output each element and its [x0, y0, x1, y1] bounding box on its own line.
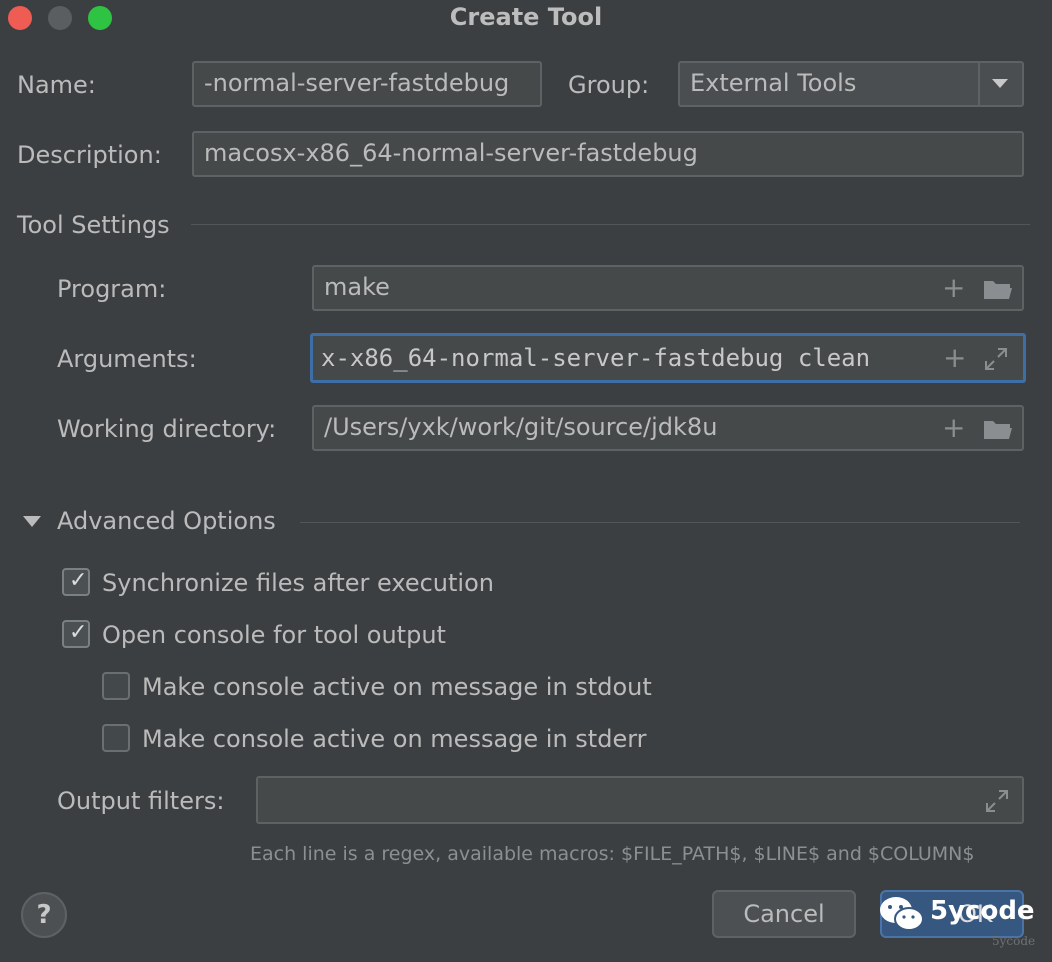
collapse-triangle-icon[interactable]: [23, 516, 41, 527]
name-input[interactable]: -normal-server-fastdebug: [192, 61, 542, 107]
program-value: make: [324, 273, 390, 301]
tool-settings-header: Tool Settings: [17, 211, 170, 239]
sync-files-label[interactable]: Synchronize files after execution: [102, 569, 494, 597]
group-value: External Tools: [690, 69, 857, 97]
program-input[interactable]: make +: [312, 265, 1024, 311]
program-label: Program:: [57, 275, 167, 303]
advanced-options-divider: [300, 522, 1020, 523]
working-directory-input[interactable]: /Users/yxk/work/git/source/jdk8u +: [312, 405, 1024, 451]
working-directory-value: /Users/yxk/work/git/source/jdk8u: [324, 413, 718, 441]
plus-icon[interactable]: +: [942, 414, 965, 442]
chevron-down-icon[interactable]: [992, 79, 1008, 88]
checkmark-icon: ✓: [69, 568, 88, 593]
title-bar: Create Tool: [0, 0, 1052, 36]
wechat-logo-icon: [880, 897, 924, 931]
watermark: 5ycode: [876, 888, 1035, 938]
checkmark-icon: ✓: [69, 620, 88, 645]
arguments-label: Arguments:: [57, 345, 197, 373]
expand-icon[interactable]: [983, 346, 1009, 372]
name-label: Name:: [17, 71, 96, 99]
open-console-checkbox[interactable]: ✓: [62, 620, 90, 648]
description-label: Description:: [17, 141, 162, 169]
arguments-value: x-x86_64-normal-server-fastdebug clean: [321, 344, 871, 372]
group-select[interactable]: External Tools: [678, 61, 1024, 107]
group-label: Group:: [568, 71, 650, 99]
name-value: -normal-server-fastdebug: [204, 69, 510, 97]
group-select-divider: [978, 63, 980, 105]
window-title: Create Tool: [449, 3, 603, 31]
output-filters-input[interactable]: [256, 776, 1024, 824]
output-filters-label: Output filters:: [57, 787, 225, 815]
tool-settings-divider: [191, 224, 1030, 225]
output-filters-hint: Each line is a regex, available macros: …: [250, 843, 975, 865]
plus-icon[interactable]: +: [943, 344, 966, 372]
active-stderr-checkbox[interactable]: [102, 724, 130, 752]
open-console-label[interactable]: Open console for tool output: [102, 621, 446, 649]
active-stdout-checkbox[interactable]: [102, 672, 130, 700]
expand-icon[interactable]: [984, 788, 1010, 814]
active-stdout-label[interactable]: Make console active on message in stdout: [142, 673, 652, 701]
watermark-text: 5ycode: [930, 896, 1035, 926]
description-value: macosx-x86_64-normal-server-fastdebug: [204, 139, 698, 167]
active-stderr-label[interactable]: Make console active on message in stderr: [142, 725, 647, 753]
plus-icon[interactable]: +: [942, 274, 965, 302]
description-input[interactable]: macosx-x86_64-normal-server-fastdebug: [192, 131, 1024, 177]
advanced-options-header[interactable]: Advanced Options: [57, 507, 276, 535]
folder-icon[interactable]: [982, 277, 1014, 301]
working-directory-label: Working directory:: [57, 415, 277, 443]
arguments-input[interactable]: x-x86_64-normal-server-fastdebug clean +: [310, 333, 1026, 383]
help-button[interactable]: ?: [21, 892, 67, 938]
cancel-button[interactable]: Cancel: [712, 890, 856, 938]
watermark-small: 5ycode: [992, 934, 1036, 948]
folder-icon[interactable]: [982, 417, 1014, 441]
sync-files-checkbox[interactable]: ✓: [62, 568, 90, 596]
